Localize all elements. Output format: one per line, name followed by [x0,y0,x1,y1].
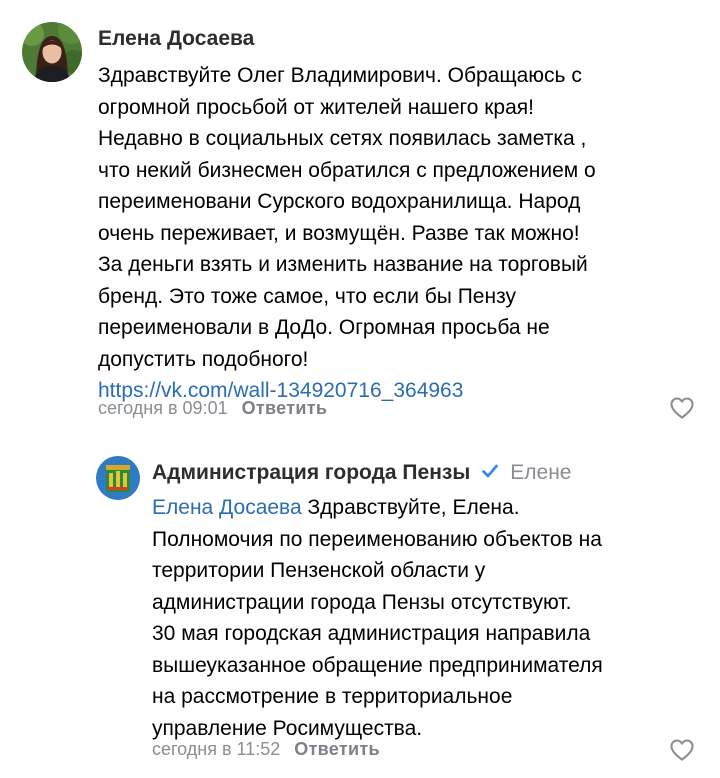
avatar[interactable] [22,22,82,82]
reply-text-line: Полномочия по переименованию объектов на [152,527,602,551]
reply-text-line: на рассмотрение в территориальное [152,685,513,708]
comment-text-line: что некий бизнесмен обратился с предложе… [98,158,596,182]
comment-author[interactable]: Елена Досаева [98,27,254,51]
reply-text: Елена Досаева Здравствуйте, Елена. Полно… [152,492,603,744]
comment-text-line: огромной просьбой от жителей нашего края… [98,95,534,119]
coat-of-arms-icon [96,456,140,500]
reply-recipient[interactable]: Елене [510,461,571,484]
comment-text-line: очень переживает, и возмущён. Разве так … [98,221,580,245]
reply-like-button[interactable] [669,738,695,762]
reply-author[interactable]: Администрация города Пензы [152,461,470,484]
comment: Елена Досаева Здравствуйте Олег Владимир… [0,0,720,440]
mention-link[interactable]: Елена Досаева [152,496,302,519]
reply-text-line: 30 мая городская администрация направила [152,622,591,645]
reply-reply-button[interactable]: Ответить [294,739,380,759]
comment-text: Здравствуйте Олег Владимирович. Обращаюс… [98,60,596,407]
comment-text-line: Недавно в социальных сетях появилась зам… [98,127,587,150]
comment-text-line: переименовали в ДоДо. Огромная просьба н… [98,316,550,339]
reply-timestamp: сегодня в 11:52 [152,739,281,759]
comment-text-line: бренд. Это тоже самое, что если бы Пензу [98,284,516,308]
heart-outline-icon [670,739,694,761]
comment-text-line: допустить подобного! [98,347,309,371]
reply-text-line: вышеуказанное обращение предпринимателя [152,653,603,677]
verified-check-icon [482,464,499,478]
heart-outline-icon [670,397,694,419]
reply-text-line: территории Пензенской области у [152,559,486,582]
reply-button[interactable]: Ответить [242,398,328,418]
comment-text-line: За деньги взять и изменить название на т… [98,253,588,276]
reply-text-line: администрации города Пензы отсутствуют. [152,590,572,614]
reply-comment: Администрация города Пензы Елене Елена До… [0,440,720,778]
comment-text-line: переименовани Сурского водохранилища. На… [98,190,581,213]
reply-meta: сегодня в 11:52 Ответить [152,739,380,760]
reply-header: Администрация города Пензы Елене [152,461,571,485]
reply-avatar[interactable] [96,456,140,500]
comment-timestamp: сегодня в 09:01 [98,398,228,418]
reply-greeting: Здравствуйте, Елена. [301,496,520,519]
reply-first-line: Елена Досаева Здравствуйте, Елена. [152,492,603,524]
comment-text-line: Здравствуйте Олег Владимирович. Обращаюс… [98,64,582,87]
avatar-photo [22,22,82,82]
like-button[interactable] [669,396,695,420]
comment-meta: сегодня в 09:01 Ответить [98,398,327,419]
